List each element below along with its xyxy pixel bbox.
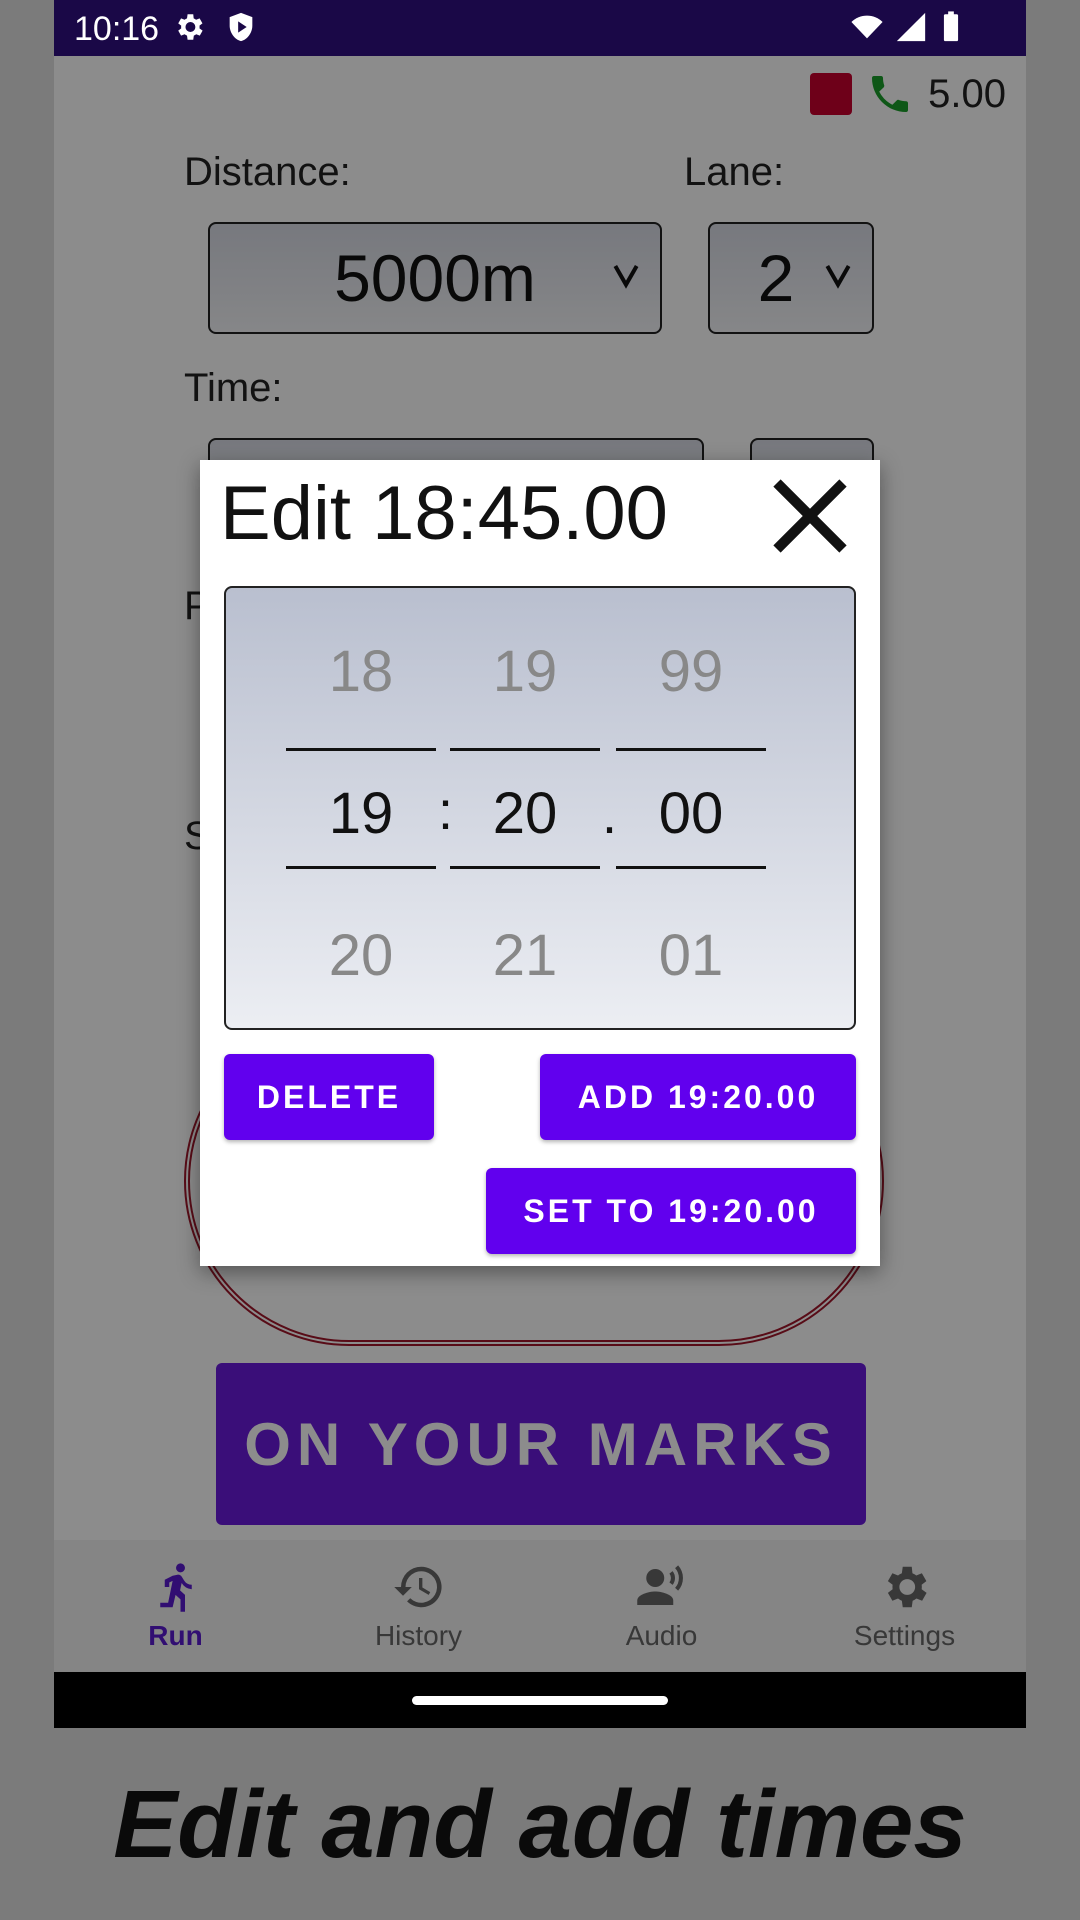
home-indicator[interactable]: [412, 1696, 668, 1705]
minutes-rule-top: [286, 748, 436, 751]
seconds-rule-bottom: [450, 866, 600, 869]
wifi-icon: [851, 15, 883, 39]
promo-caption: Edit and add times: [113, 1771, 967, 1878]
battery-icon: [943, 11, 959, 42]
settings-status-icon: [178, 14, 203, 40]
close-icon[interactable]: [766, 472, 854, 560]
add-time-button[interactable]: ADD 19:20.00: [540, 1054, 856, 1140]
set-time-button[interactable]: SET TO 19:20.00: [486, 1168, 856, 1254]
status-bar: 10:16: [54, 0, 1026, 56]
separator-dot: .: [602, 785, 618, 845]
seconds-next[interactable]: 21: [450, 922, 600, 989]
status-time: 10:16: [74, 10, 160, 48]
minutes-next[interactable]: 20: [286, 922, 436, 989]
minutes-rule-bottom: [286, 866, 436, 869]
cell-signal-icon: [896, 12, 926, 42]
hundredths-selected[interactable]: 00: [616, 780, 766, 847]
minutes-selected[interactable]: 19: [286, 780, 436, 847]
hundredths-next[interactable]: 01: [616, 922, 766, 989]
edit-time-dialog: Edit 18:45.00 18 19 20 : 19 20 21 . 99 0…: [200, 460, 880, 1266]
time-picker: 18 19 20 : 19 20 21 . 99 00 01: [224, 586, 856, 1030]
gesture-bar: [54, 1672, 1026, 1728]
minutes-prev[interactable]: 18: [286, 638, 436, 705]
dialog-title: Edit 18:45.00: [220, 471, 668, 556]
seconds-selected[interactable]: 20: [450, 780, 600, 847]
delete-button[interactable]: DELETE: [224, 1054, 434, 1140]
shield-play-icon: [229, 12, 253, 42]
hundredths-prev[interactable]: 99: [616, 638, 766, 705]
seconds-prev[interactable]: 19: [450, 638, 600, 705]
seconds-rule-top: [450, 748, 600, 751]
hundredths-rule-bottom: [616, 866, 766, 869]
hundredths-rule-top: [616, 748, 766, 751]
